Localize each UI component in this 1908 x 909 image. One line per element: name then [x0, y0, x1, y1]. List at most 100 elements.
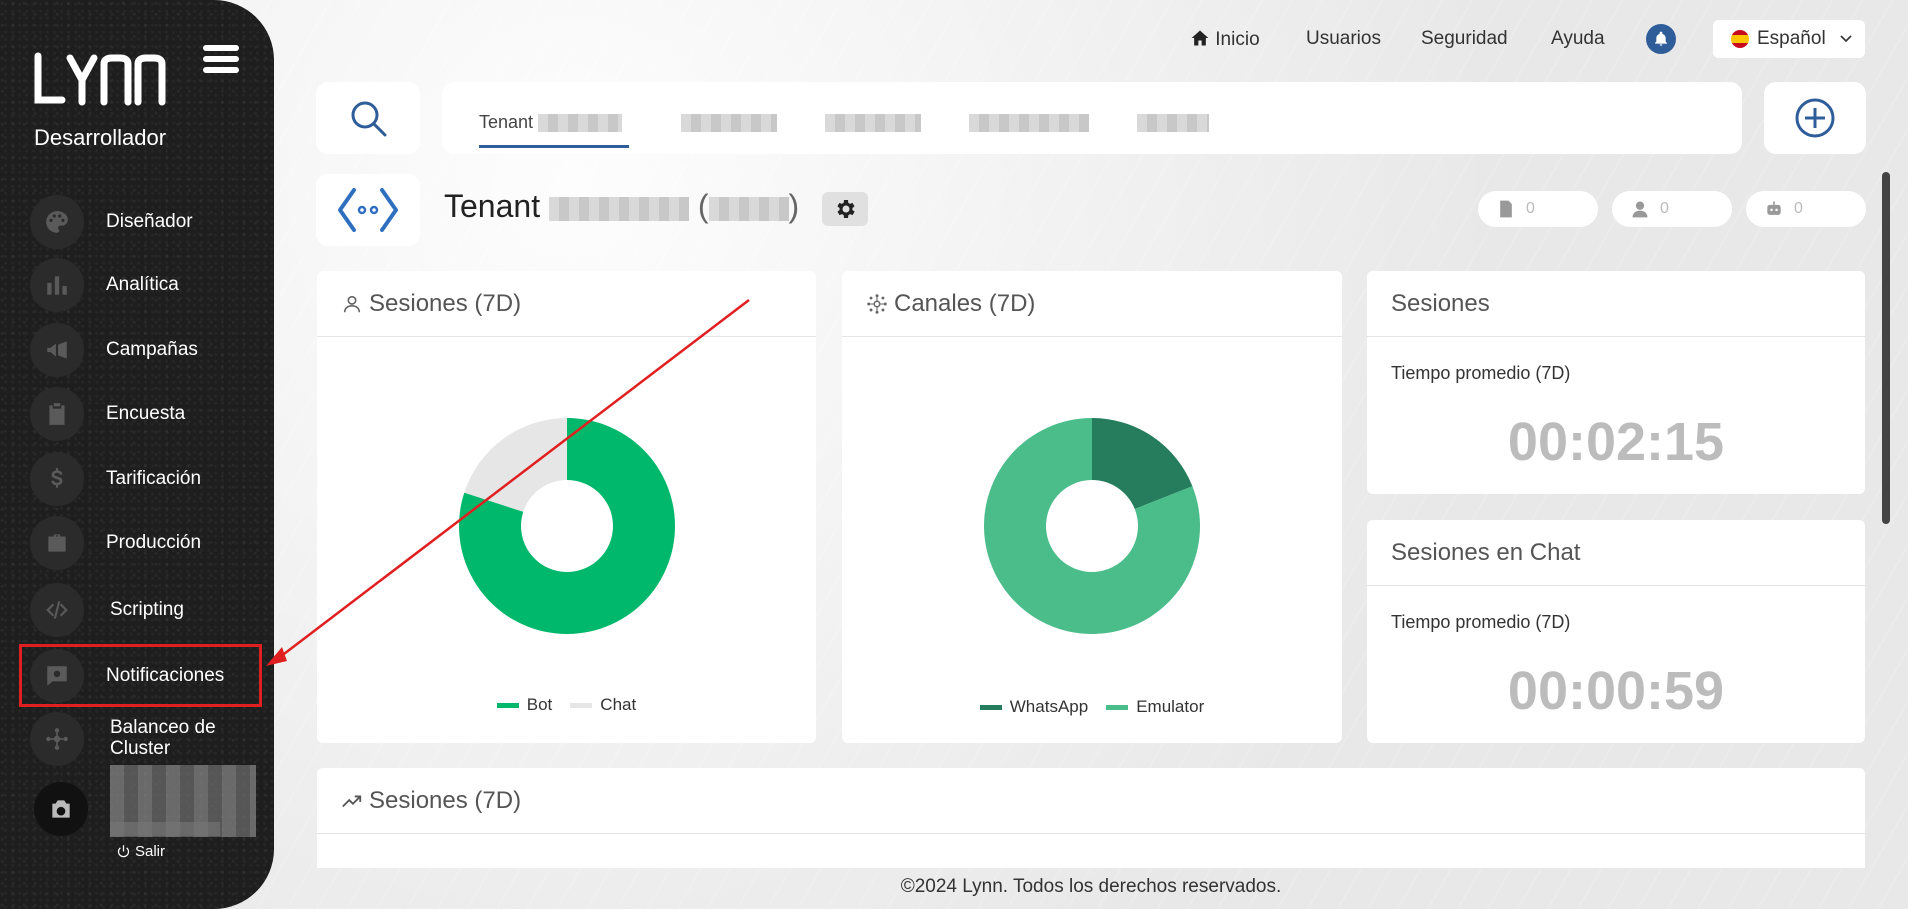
- user-email-redacted: [110, 822, 220, 836]
- legend-label: Chat: [600, 695, 637, 714]
- lynn-logo[interactable]: [34, 52, 174, 119]
- counter-bots: 0: [1746, 191, 1866, 227]
- home-icon: [1191, 30, 1209, 46]
- sidebar-item-label: Scripting: [110, 598, 184, 620]
- footer: ©2024 Lynn. Todos los derechos reservado…: [900, 876, 1282, 897]
- panel-header: Sesiones en Chat: [1367, 520, 1865, 586]
- tenant-settings-button[interactable]: [822, 192, 868, 226]
- legend-label: Bot: [526, 695, 553, 714]
- redacted-text: [825, 114, 921, 133]
- redacted-text: [708, 196, 789, 221]
- document-icon: [1500, 200, 1512, 218]
- redacted-text: [681, 114, 777, 133]
- sidebar-item-disenador[interactable]: Diseñador: [30, 193, 260, 251]
- search-icon: [351, 101, 387, 137]
- legend-swatch: [570, 702, 593, 708]
- counter-documents: 0: [1478, 191, 1598, 227]
- sidebar-item-campanas[interactable]: Campañas: [30, 321, 260, 379]
- panel-sesiones-7d-trend: Sesiones (7D): [317, 768, 1865, 868]
- tab-label: Tenant: [479, 112, 534, 132]
- clipboard-icon: [30, 387, 84, 441]
- panel-sesiones-time: Sesiones Tiempo promedio (7D) 00:02:15: [1367, 271, 1865, 494]
- tab-redacted-2[interactable]: [825, 112, 921, 133]
- legend-swatch: [979, 704, 1002, 710]
- nav-ayuda[interactable]: Ayuda: [1551, 28, 1605, 50]
- sidebar-item-label: Diseñador: [106, 210, 193, 232]
- code-icon: [30, 583, 84, 637]
- sidebar-item-encuesta[interactable]: Encuesta: [30, 385, 260, 443]
- panel-title: Sesiones (7D): [369, 289, 522, 317]
- redacted-text: [548, 196, 689, 221]
- sidebar-item-produccion[interactable]: Producción: [30, 514, 260, 572]
- network-icon: [30, 712, 84, 766]
- legend-item-chat[interactable]: Chat: [570, 695, 636, 715]
- panel-title: Sesiones en Chat: [1391, 538, 1581, 566]
- tab-tenant-active[interactable]: Tenant: [479, 112, 623, 133]
- notifications-bell-icon[interactable]: [1646, 24, 1676, 54]
- avg-time-label: Tiempo promedio (7D): [1391, 363, 1571, 383]
- plus-circle-icon: [1795, 98, 1835, 138]
- counter-value: 0: [1660, 200, 1669, 217]
- camera-icon[interactable]: [34, 782, 88, 836]
- legend-item-emulator[interactable]: Emulator: [1106, 697, 1204, 717]
- sidebar-item-label: Producción: [106, 531, 202, 553]
- agent-icon: [1632, 201, 1648, 218]
- add-tenant-button[interactable]: [1764, 82, 1866, 154]
- chevron-down-icon: [1840, 35, 1852, 43]
- legend-label: Emulator: [1136, 697, 1205, 716]
- sidebar-item-balanceo[interactable]: Balanceo de Cluster: [30, 711, 260, 767]
- panel-header: Sesiones: [1367, 271, 1865, 337]
- active-tab-indicator: [479, 145, 629, 148]
- dollar-icon: [30, 452, 84, 506]
- sidebar-item-analitica[interactable]: Analítica: [30, 256, 260, 314]
- user-role: Desarrollador: [34, 125, 167, 150]
- tenant-title-label: Tenant: [444, 188, 541, 224]
- panel-title: Sesiones: [1391, 289, 1490, 317]
- tab-redacted-4[interactable]: [1137, 112, 1209, 133]
- tenant-bot-icon: [338, 188, 398, 232]
- counter-value: 0: [1794, 200, 1803, 217]
- tab-redacted-1[interactable]: [681, 112, 777, 133]
- highlight-annotation: [19, 644, 262, 707]
- avg-chat-time: 00:00:59: [1507, 661, 1725, 721]
- sidebar-item-scripting[interactable]: Scripting: [30, 581, 260, 639]
- user-outline-icon: [343, 295, 361, 312]
- panel-header: Canales (7D): [842, 271, 1342, 337]
- counter-value: 0: [1526, 200, 1535, 217]
- search-button[interactable]: [316, 82, 420, 154]
- panel-title: Canales (7D): [894, 289, 1036, 317]
- nav-usuarios[interactable]: Usuarios: [1306, 28, 1381, 50]
- menu-toggle-icon[interactable]: [203, 45, 239, 77]
- language-label: Español: [1757, 28, 1826, 49]
- spain-flag-icon: [1731, 30, 1749, 48]
- legend-item-whatsapp[interactable]: WhatsApp: [979, 697, 1088, 717]
- trend-up-icon: [342, 795, 362, 807]
- language-selector[interactable]: Español: [1713, 20, 1865, 58]
- legend-item-bot[interactable]: Bot: [496, 695, 553, 715]
- sidebar-item-label: Tarificación: [106, 467, 202, 489]
- nav-inicio[interactable]: Inicio: [1190, 28, 1260, 51]
- logo-mark: [34, 52, 166, 106]
- logout-button[interactable]: Salir: [116, 843, 165, 860]
- avg-time-label: Tiempo promedio (7D): [1391, 612, 1571, 632]
- sidebar-item-label: Analítica: [106, 273, 179, 295]
- tenant-logo: [316, 174, 420, 246]
- panel-header: Sesiones (7D): [317, 271, 816, 337]
- channels-icon: [867, 293, 887, 314]
- redacted-text: [969, 114, 1089, 133]
- redacted-text: [1137, 114, 1209, 133]
- sidebar: Desarrollador Diseñador Analítica Campañ…: [0, 0, 274, 909]
- tab-redacted-3[interactable]: [969, 112, 1089, 133]
- sidebar-item-label: Campañas: [106, 338, 198, 360]
- panel-sesiones-chat-time: Sesiones en Chat Tiempo promedio (7D) 00…: [1367, 520, 1865, 743]
- sidebar-item-tarificacion[interactable]: Tarificación: [30, 450, 260, 508]
- counter-agents: 0: [1612, 191, 1732, 227]
- nav-seguridad[interactable]: Seguridad: [1421, 28, 1508, 50]
- bar-chart-icon: [30, 258, 84, 312]
- megaphone-icon: [30, 323, 84, 377]
- page-scrollbar[interactable]: [1882, 172, 1890, 524]
- pie-chart-sesiones: [459, 418, 675, 634]
- panel-canales-7d: Canales (7D) WhatsApp Emulator: [842, 271, 1342, 743]
- avg-session-time: 00:02:15: [1507, 412, 1725, 472]
- logout-label: Salir: [135, 843, 166, 860]
